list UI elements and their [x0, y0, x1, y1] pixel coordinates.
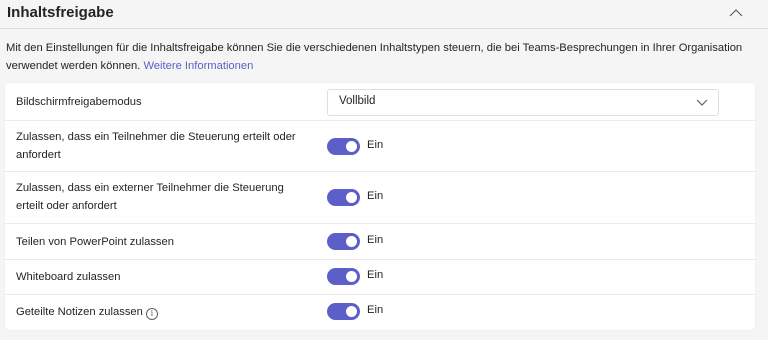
- toggle-knob: [346, 306, 357, 317]
- shared-notes-label: Geteilte Notizen zulassen: [16, 306, 143, 318]
- screen-sharing-label: Bildschirmfreigabemodus: [16, 96, 142, 108]
- chevron-down-icon: [696, 99, 708, 106]
- shared-notes-state: Ein: [367, 304, 384, 316]
- toggle-knob: [346, 192, 357, 203]
- screen-sharing-dropdown[interactable]: Vollbild: [327, 89, 719, 116]
- external-control-state: Ein: [367, 190, 384, 202]
- setting-row-powerpoint: Teilen von PowerPoint zulassen Ein: [5, 223, 755, 260]
- toggle-knob: [346, 141, 357, 152]
- powerpoint-state: Ein: [367, 234, 384, 246]
- toggle-knob: [346, 271, 357, 282]
- shared-notes-label-wrap: Geteilte Notizen zulassen i: [16, 303, 306, 321]
- setting-row-shared-notes: Geteilte Notizen zulassen i Ein: [5, 294, 755, 330]
- setting-row-external-control: Zulassen, dass ein externer Teilnehmer d…: [5, 171, 755, 224]
- setting-row-participant-control: Zulassen, dass ein Teilnehmer die Steuer…: [5, 120, 755, 172]
- screen-sharing-value: Vollbild: [339, 95, 376, 107]
- toggle-knob: [346, 236, 357, 247]
- whiteboard-label: Whiteboard zulassen: [16, 271, 121, 283]
- whiteboard-state: Ein: [367, 269, 384, 281]
- section-description: Mit den Einstellungen für die Inhaltsfre…: [6, 39, 756, 75]
- whiteboard-toggle[interactable]: [327, 268, 360, 285]
- powerpoint-label: Teilen von PowerPoint zulassen: [16, 236, 174, 248]
- external-control-label: Zulassen, dass ein externer Teilnehmer d…: [16, 182, 284, 212]
- shared-notes-toggle[interactable]: [327, 303, 360, 320]
- info-icon[interactable]: i: [145, 308, 158, 320]
- section-header: Inhaltsfreigabe: [0, 0, 768, 29]
- more-info-link[interactable]: Weitere Informationen: [143, 60, 253, 72]
- settings-card: Bildschirmfreigabemodus Vollbild Zulasse…: [5, 83, 755, 330]
- description-text: Mit den Einstellungen für die Inhaltsfre…: [6, 42, 743, 72]
- section-title: Inhaltsfreigabe: [7, 4, 114, 21]
- setting-row-whiteboard: Whiteboard zulassen Ein: [5, 259, 755, 295]
- chevron-up-icon[interactable]: [729, 9, 743, 17]
- participant-control-state: Ein: [367, 139, 384, 151]
- powerpoint-toggle[interactable]: [327, 233, 360, 250]
- participant-control-label: Zulassen, dass ein Teilnehmer die Steuer…: [16, 131, 296, 161]
- participant-control-toggle[interactable]: [327, 138, 360, 155]
- external-control-toggle[interactable]: [327, 189, 360, 206]
- setting-row-screen-sharing: Bildschirmfreigabemodus Vollbild: [5, 83, 755, 121]
